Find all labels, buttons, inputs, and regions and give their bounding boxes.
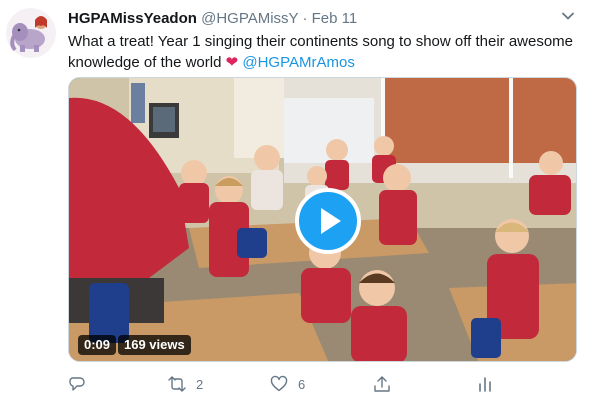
analytics-button[interactable] — [476, 372, 494, 396]
user-handle[interactable]: @HGPAMissY — [201, 10, 298, 27]
video-views: 169 views — [118, 335, 191, 355]
tweet-text: What a treat! Year 1 singing their conti… — [68, 31, 580, 73]
tweet-header: HGPAMissYeadon @HGPAMissY · Feb 11 — [68, 10, 574, 30]
elephant-avatar-icon — [6, 8, 56, 58]
like-count: 6 — [298, 376, 306, 392]
action-bar: 2 6 — [68, 372, 538, 396]
like-button[interactable]: 6 — [270, 372, 305, 396]
heart-icon — [270, 375, 288, 392]
tweet-text-line1: What a treat! Year 1 singing their conti… — [68, 33, 574, 50]
retweet-count: 2 — [196, 376, 204, 392]
reply-button[interactable] — [68, 372, 86, 396]
tweet-date[interactable]: Feb 11 — [312, 10, 358, 27]
separator: · — [302, 10, 308, 27]
analytics-icon — [479, 377, 491, 392]
chevron-down-icon[interactable] — [560, 8, 576, 24]
share-icon — [374, 376, 390, 392]
video-duration: 0:09 — [78, 335, 117, 355]
avatar[interactable] — [6, 8, 56, 58]
retweet-icon — [168, 376, 186, 392]
play-icon — [321, 208, 341, 234]
heart-emoji-icon: ❤ — [225, 54, 239, 71]
mention-link[interactable]: @HGPAMrAmos — [242, 54, 354, 71]
tweet-text-line2: knowledge of the world — [68, 54, 222, 71]
share-button[interactable] — [373, 372, 391, 396]
reply-icon — [69, 377, 85, 391]
video-player[interactable]: 0:09 169 views — [68, 77, 577, 362]
retweet-button[interactable]: 2 — [168, 372, 203, 396]
play-button[interactable] — [295, 188, 361, 254]
display-name[interactable]: HGPAMissYeadon — [68, 10, 197, 27]
